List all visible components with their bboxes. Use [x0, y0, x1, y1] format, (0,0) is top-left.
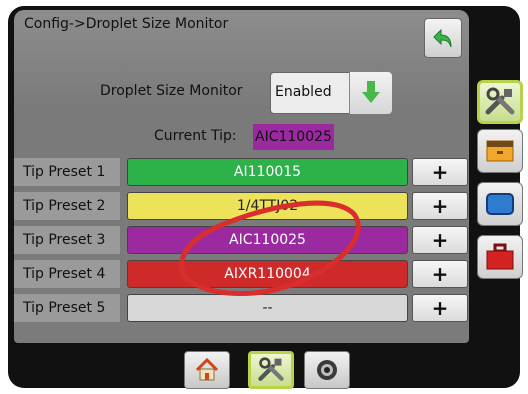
display-icon	[486, 193, 514, 215]
tip-preset-label: Tip Preset 5	[14, 294, 120, 322]
add-preset-button[interactable]: +	[412, 226, 468, 254]
tip-preset-label: Tip Preset 1	[14, 158, 120, 186]
dropdown-arrow-button[interactable]	[349, 72, 392, 114]
highlight-circle-annotation	[179, 200, 361, 296]
tip-preset-button[interactable]: AI110015	[127, 158, 408, 186]
add-preset-button[interactable]: +	[412, 158, 468, 186]
tools-icon	[485, 87, 515, 115]
home-icon	[195, 357, 219, 381]
add-preset-button[interactable]: +	[412, 260, 468, 288]
droplet-size-monitor-dropdown[interactable]: Enabled	[270, 72, 392, 114]
back-arrow-icon	[433, 28, 452, 48]
config-tab[interactable]	[248, 351, 294, 389]
current-tip-value: AIC110025	[253, 124, 334, 150]
tip-preset-label: Tip Preset 3	[14, 226, 120, 254]
camera-icon	[317, 360, 337, 380]
tip-preset-label: Tip Preset 4	[14, 260, 120, 288]
side-tab-display[interactable]	[477, 182, 523, 226]
page-title: Config->Droplet Size Monitor	[24, 16, 229, 32]
toolbox-icon	[486, 243, 514, 270]
current-tip-label: Current Tip:	[154, 128, 237, 144]
home-tab[interactable]	[184, 351, 230, 389]
main-panel: Config->Droplet Size Monitor Droplet Siz…	[14, 10, 469, 343]
side-tab-job-folder[interactable]	[477, 129, 523, 173]
droplet-size-monitor-label: Droplet Size Monitor	[100, 83, 243, 99]
tools-icon	[258, 357, 284, 381]
folder-icon	[486, 140, 514, 162]
tip-preset-label: Tip Preset 2	[14, 192, 120, 220]
camera-tab[interactable]	[304, 351, 350, 389]
add-preset-button[interactable]: +	[412, 294, 468, 322]
back-button[interactable]	[424, 18, 462, 58]
side-tab-system-tools[interactable]	[477, 235, 523, 279]
droplet-size-monitor-value: Enabled	[275, 84, 332, 100]
side-tab-tools[interactable]	[477, 80, 523, 124]
add-preset-button[interactable]: +	[412, 192, 468, 220]
down-arrow-icon	[362, 81, 380, 103]
